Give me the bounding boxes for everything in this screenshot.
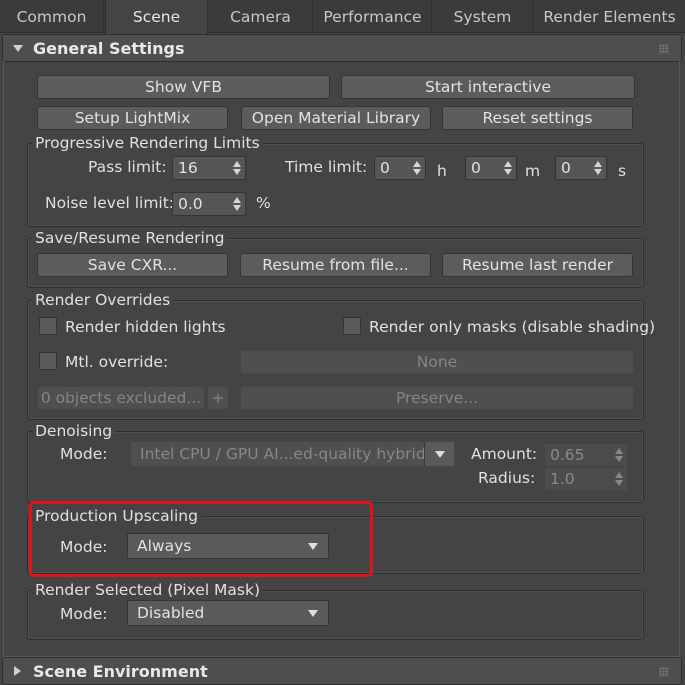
spinner-arrows-icon[interactable] xyxy=(594,160,602,176)
tab-bar: Common Scene Camera Performance System R… xyxy=(0,0,685,34)
show-vfb-button[interactable]: Show VFB xyxy=(37,75,330,99)
add-exclusion-button[interactable]: + xyxy=(207,386,229,410)
general-settings-rollout-header[interactable]: General Settings xyxy=(2,34,682,62)
save-resume-title: Save/Resume Rendering xyxy=(32,229,228,247)
general-settings-title: General Settings xyxy=(33,39,185,58)
mtl-override-checkbox[interactable] xyxy=(39,352,57,370)
hours-spinner[interactable]: 0 xyxy=(374,156,426,180)
hours-unit-label: h xyxy=(437,162,447,180)
spinner-arrows-icon[interactable] xyxy=(413,160,421,176)
progressive-rendering-title: Progressive Rendering Limits xyxy=(32,134,263,152)
collapse-triangle-icon xyxy=(13,45,23,52)
preserve-button[interactable]: Preserve... xyxy=(240,386,634,410)
render-selected-mode-value[interactable]: Disabled xyxy=(137,601,204,625)
chevron-down-icon xyxy=(435,451,445,458)
progressive-rendering-group xyxy=(27,143,644,227)
render-overrides-title: Render Overrides xyxy=(32,291,174,309)
chevron-down-icon xyxy=(308,610,318,617)
pass-limit-label: Pass limit: xyxy=(88,158,167,176)
minutes-unit-label: m xyxy=(525,162,541,180)
tab-camera[interactable]: Camera xyxy=(209,0,313,33)
spinner-arrows-icon[interactable] xyxy=(504,160,512,176)
render-selected-title: Render Selected (Pixel Mask) xyxy=(32,581,264,599)
mtl-override-material-button[interactable]: None xyxy=(240,350,634,374)
amount-spinner[interactable]: 0.65 xyxy=(544,443,628,467)
open-material-library-button[interactable]: Open Material Library xyxy=(241,106,431,130)
dropdown-button[interactable] xyxy=(424,442,454,466)
seconds-unit-label: s xyxy=(618,162,627,180)
render-only-masks-label[interactable]: Render only masks (disable shading) xyxy=(369,317,655,337)
seconds-spinner[interactable]: 0 xyxy=(555,156,607,180)
spinner-arrows-icon[interactable] xyxy=(233,160,241,176)
scene-environment-title: Scene Environment xyxy=(33,662,208,681)
spinner-arrows-icon[interactable] xyxy=(233,196,241,212)
resume-last-render-button[interactable]: Resume last render xyxy=(442,253,633,277)
noise-level-spinner[interactable]: 0.0 xyxy=(172,192,246,216)
drag-grip-icon[interactable] xyxy=(659,667,669,677)
radius-spinner[interactable]: 1.0 xyxy=(544,467,628,491)
time-limit-label: Time limit: xyxy=(285,158,368,176)
render-hidden-lights-checkbox[interactable] xyxy=(39,317,57,335)
denoising-mode-value[interactable]: Intel CPU / GPU AI...ed-quality hybrid) xyxy=(140,442,432,466)
tab-scene[interactable]: Scene xyxy=(105,0,208,34)
minutes-value[interactable]: 0 xyxy=(471,157,481,179)
render-selected-mode-dropdown[interactable]: Disabled xyxy=(127,600,329,626)
tab-performance[interactable]: Performance xyxy=(314,0,432,33)
highlight-box xyxy=(29,501,373,577)
noise-level-value[interactable]: 0.0 xyxy=(178,193,203,215)
pass-limit-spinner[interactable]: 16 xyxy=(172,156,246,180)
radius-value[interactable]: 1.0 xyxy=(550,468,575,490)
resume-from-file-button[interactable]: Resume from file... xyxy=(240,253,431,277)
tab-render-elements[interactable]: Render Elements xyxy=(534,0,685,33)
noise-unit-label: % xyxy=(256,194,271,212)
start-interactive-button[interactable]: Start interactive xyxy=(341,75,635,99)
amount-label: Amount: xyxy=(471,445,538,463)
reset-settings-button[interactable]: Reset settings xyxy=(442,106,633,130)
amount-value[interactable]: 0.65 xyxy=(550,444,585,466)
render-selected-mode-label: Mode: xyxy=(60,605,108,623)
pass-limit-value[interactable]: 16 xyxy=(178,157,198,179)
denoising-mode-dropdown[interactable]: Intel CPU / GPU AI...ed-quality hybrid) xyxy=(130,441,455,467)
hours-value[interactable]: 0 xyxy=(380,157,390,179)
noise-level-label: Noise level limit: xyxy=(45,194,175,212)
setup-lightmix-button[interactable]: Setup LightMix xyxy=(37,106,228,130)
minutes-spinner[interactable]: 0 xyxy=(465,156,517,180)
denoising-mode-label: Mode: xyxy=(60,445,108,463)
render-only-masks-checkbox[interactable] xyxy=(343,317,361,335)
render-hidden-lights-label[interactable]: Render hidden lights xyxy=(65,317,226,337)
radius-label: Radius: xyxy=(478,469,536,487)
tab-common[interactable]: Common xyxy=(0,0,104,33)
drag-grip-icon[interactable] xyxy=(659,44,669,54)
mtl-override-label[interactable]: Mtl. override: xyxy=(65,352,168,372)
denoising-title: Denoising xyxy=(32,422,116,440)
spinner-arrows-icon[interactable] xyxy=(615,471,623,487)
scene-environment-rollout-header[interactable]: Scene Environment xyxy=(2,657,682,685)
expand-triangle-icon xyxy=(14,666,21,676)
save-cxr-button[interactable]: Save CXR... xyxy=(37,253,228,277)
tab-system[interactable]: System xyxy=(433,0,533,33)
objects-excluded-button[interactable]: 0 objects excluded... xyxy=(37,386,205,410)
spinner-arrows-icon[interactable] xyxy=(615,447,623,463)
seconds-value[interactable]: 0 xyxy=(561,157,571,179)
